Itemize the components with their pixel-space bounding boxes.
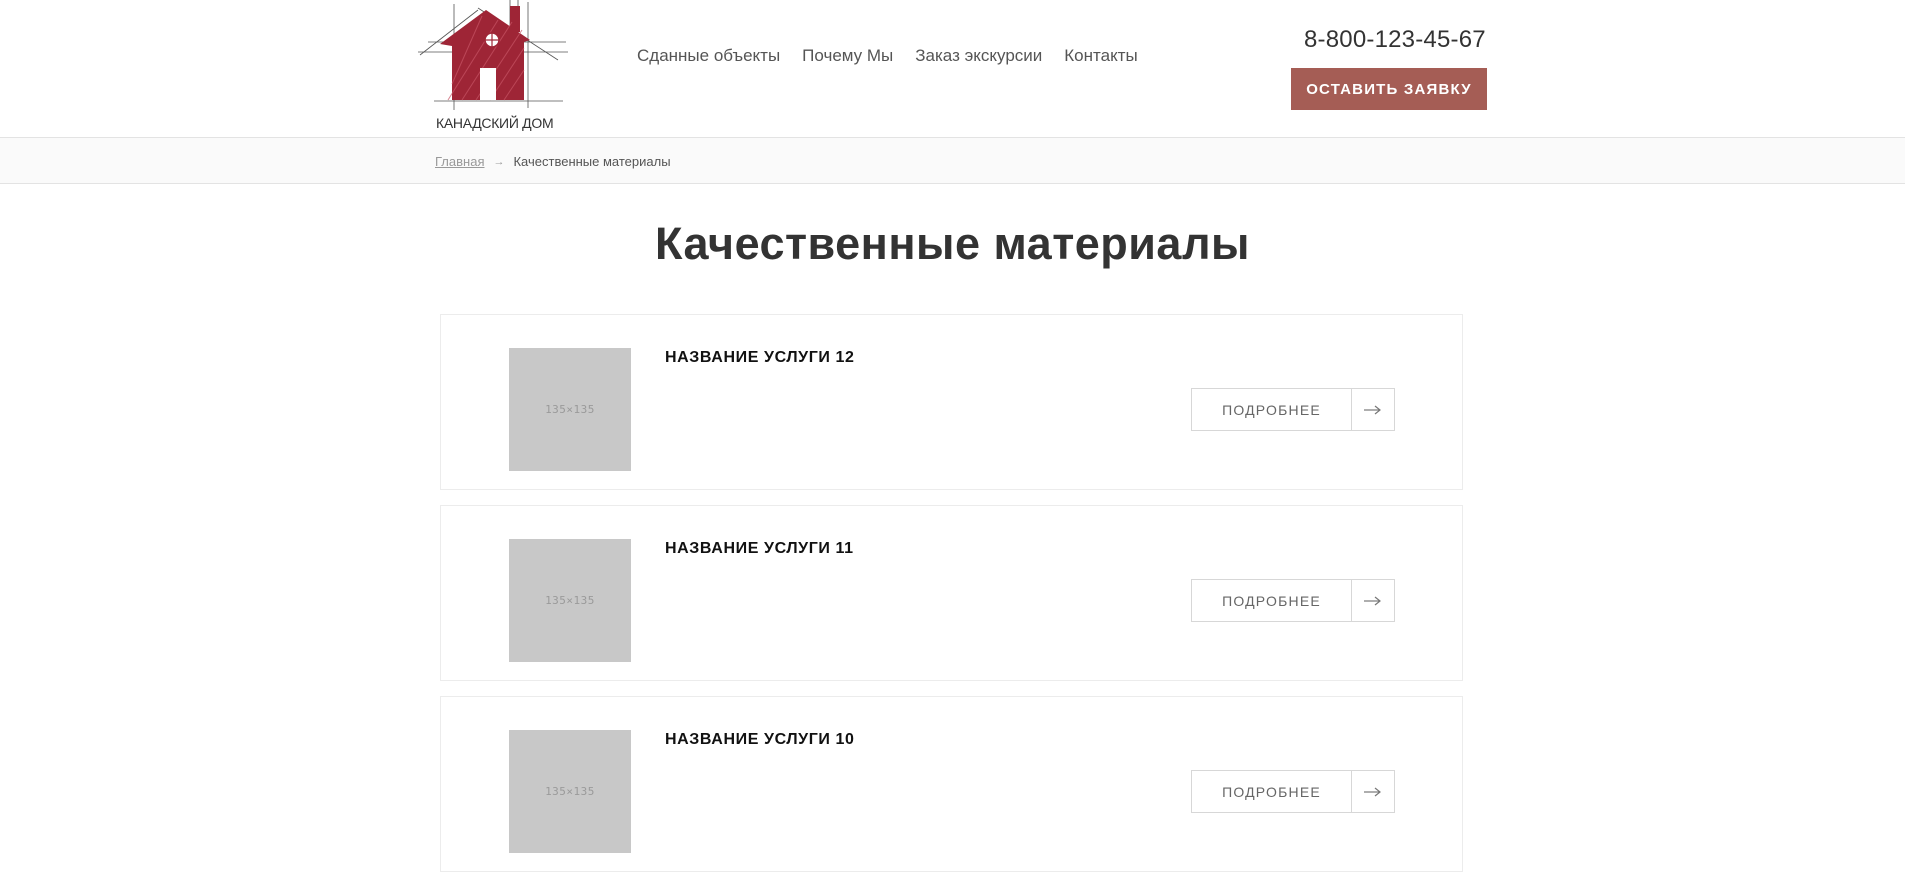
- leave-request-button[interactable]: ОСТАВИТЬ ЗАЯВКУ: [1291, 68, 1487, 110]
- arrow-right-icon: [1352, 389, 1394, 430]
- breadcrumb-bar: Главная → Качественные материалы: [0, 138, 1905, 184]
- arrow-right-icon: [1352, 771, 1394, 812]
- service-image-placeholder[interactable]: 135×135: [509, 539, 631, 662]
- arrow-right-icon: [1352, 580, 1394, 621]
- service-image-placeholder[interactable]: 135×135: [509, 348, 631, 471]
- service-title[interactable]: НАЗВАНИЕ УСЛУГИ 10: [665, 731, 855, 749]
- more-button-label: ПОДРОБНЕЕ: [1192, 580, 1352, 621]
- service-title[interactable]: НАЗВАНИЕ УСЛУГИ 12: [665, 349, 855, 367]
- page-title: Качественные материалы: [655, 218, 1250, 269]
- placeholder-size-label: 135×135: [545, 785, 595, 798]
- service-card: 135×135 НАЗВАНИЕ УСЛУГИ 12 ПОДРОБНЕЕ: [440, 314, 1463, 490]
- more-button[interactable]: ПОДРОБНЕЕ: [1191, 388, 1395, 431]
- breadcrumb-separator: →: [493, 155, 505, 168]
- placeholder-size-label: 135×135: [545, 594, 595, 607]
- service-title[interactable]: НАЗВАНИЕ УСЛУГИ 11: [665, 540, 854, 558]
- logo[interactable]: [418, 0, 568, 134]
- logo-text: КАНАДСКИЙ ДОМ: [436, 115, 554, 131]
- breadcrumb-current: Качественные материалы: [513, 154, 671, 169]
- more-button[interactable]: ПОДРОБНЕЕ: [1191, 770, 1395, 813]
- placeholder-size-label: 135×135: [545, 403, 595, 416]
- more-button[interactable]: ПОДРОБНЕЕ: [1191, 579, 1395, 622]
- service-card: 135×135 НАЗВАНИЕ УСЛУГИ 10 ПОДРОБНЕЕ: [440, 696, 1463, 872]
- site-header: КАНАДСКИЙ ДОМ Сданные объекты Почему Мы …: [0, 0, 1905, 138]
- house-sketch-logo-icon: [418, 0, 568, 110]
- breadcrumb: Главная → Качественные материалы: [435, 154, 671, 169]
- main-nav: Сданные объекты Почему Мы Заказ экскурси…: [637, 46, 1160, 66]
- service-card: 135×135 НАЗВАНИЕ УСЛУГИ 11 ПОДРОБНЕЕ: [440, 505, 1463, 681]
- nav-item-contacts[interactable]: Контакты: [1064, 46, 1137, 66]
- nav-item-why-us[interactable]: Почему Мы: [802, 46, 893, 66]
- nav-item-objects[interactable]: Сданные объекты: [637, 46, 780, 66]
- service-image-placeholder[interactable]: 135×135: [509, 730, 631, 853]
- more-button-label: ПОДРОБНЕЕ: [1192, 389, 1352, 430]
- more-button-label: ПОДРОБНЕЕ: [1192, 771, 1352, 812]
- phone-number[interactable]: 8-800-123-45-67: [1304, 26, 1486, 54]
- nav-item-excursion[interactable]: Заказ экскурсии: [915, 46, 1042, 66]
- breadcrumb-home-link[interactable]: Главная: [435, 154, 484, 169]
